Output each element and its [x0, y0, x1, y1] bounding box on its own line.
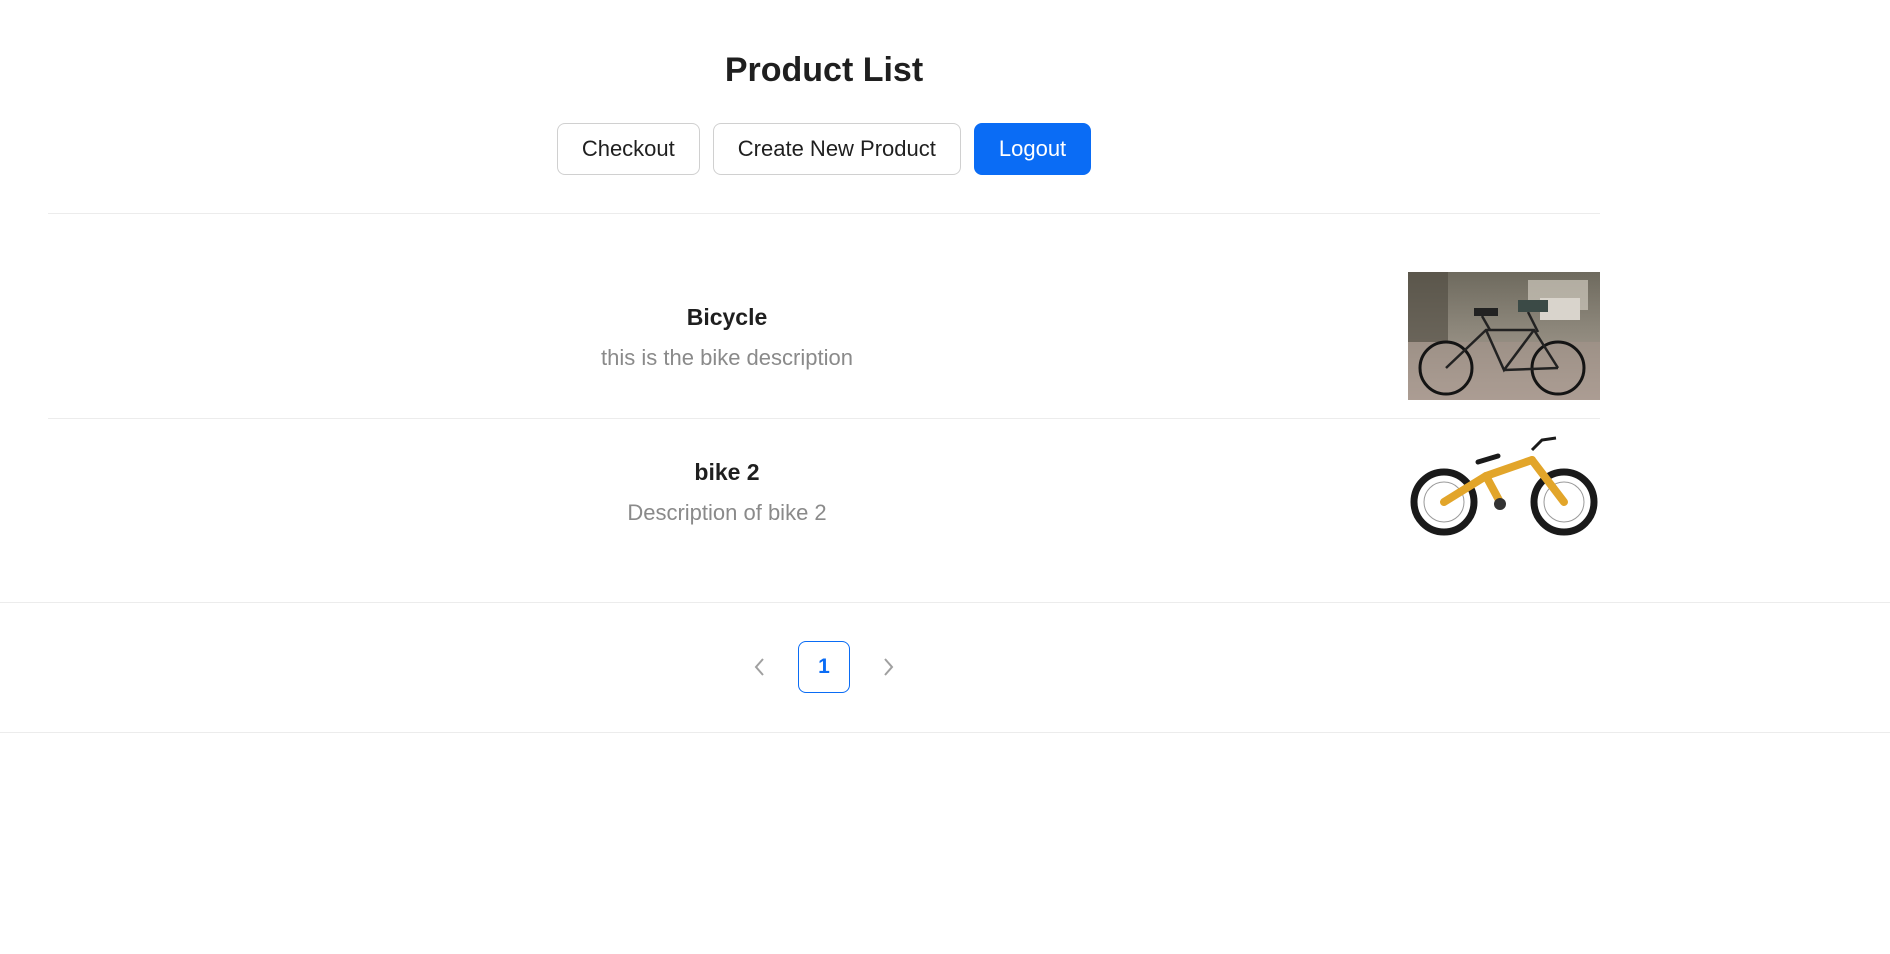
pagination: 1	[0, 641, 1648, 693]
product-list-item[interactable]: bike 2 Description of bike 2	[48, 419, 1600, 569]
previous-page-button[interactable]	[732, 641, 788, 693]
chevron-right-icon	[884, 658, 894, 676]
header-divider	[48, 213, 1600, 214]
product-name: bike 2	[694, 459, 760, 485]
checkout-button[interactable]: Checkout	[556, 123, 700, 175]
action-toolbar: Checkout Create New Product Logout	[0, 123, 1648, 175]
pagination-bar: 1	[0, 602, 1890, 733]
page-title: Product List	[724, 51, 924, 89]
chevron-left-icon	[754, 658, 764, 676]
product-description: this is the bike description	[601, 345, 853, 370]
next-page-button[interactable]	[860, 641, 916, 693]
page-1-button[interactable]: 1	[798, 641, 850, 693]
product-list-item[interactable]: Bicycle this is the bike description	[48, 270, 1600, 418]
product-description: Description of bike 2	[627, 500, 827, 525]
product-text: Bicycle this is the bike description	[48, 302, 1406, 373]
logout-button[interactable]: Logout	[973, 123, 1092, 175]
product-text: bike 2 Description of bike 2	[48, 457, 1406, 528]
product-image-bicycle[interactable]	[1408, 272, 1600, 400]
create-new-product-button[interactable]: Create New Product	[712, 123, 961, 175]
product-name: Bicycle	[686, 304, 768, 330]
product-image-bike-2[interactable]	[1408, 432, 1600, 544]
